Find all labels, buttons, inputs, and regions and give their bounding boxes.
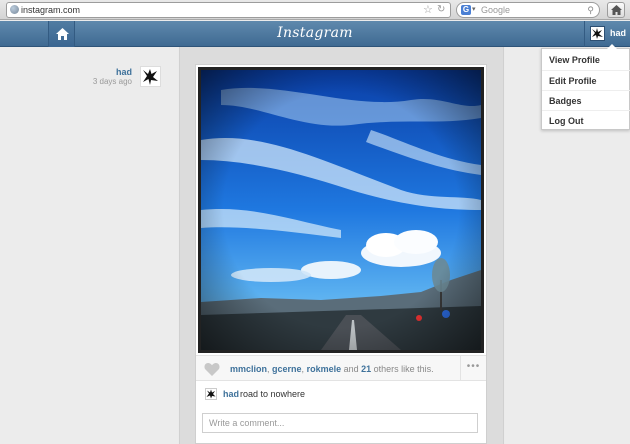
search-placeholder: Google — [481, 5, 511, 15]
search-bar[interactable]: G ▾ Google ⚲ — [456, 2, 600, 18]
caption-text: road to nowhere — [240, 389, 306, 399]
avatar[interactable] — [205, 388, 217, 400]
menu-item-badges[interactable]: Badges — [542, 90, 630, 110]
like-user-link[interactable]: mmclion — [230, 364, 267, 374]
post-card: mmclion, gcerne, rokmele and 21 others l… — [195, 64, 487, 444]
user-dropdown-menu: View Profile Edit Profile Badges Log Out — [541, 44, 630, 130]
reload-icon[interactable]: ↻ — [437, 3, 445, 17]
more-icon: ••• — [466, 361, 481, 372]
url-text: instagram.com — [21, 5, 81, 15]
post-timestamp[interactable]: 3 days ago — [93, 77, 132, 86]
like-user-link[interactable]: rokmele — [307, 364, 342, 374]
poster-username[interactable]: had — [116, 67, 132, 77]
menu-item-edit-profile[interactable]: Edit Profile — [542, 70, 630, 90]
search-icon[interactable]: ⚲ — [587, 3, 594, 17]
home-icon — [610, 5, 622, 15]
caption-username[interactable]: had — [223, 389, 239, 399]
post-photo[interactable] — [198, 67, 484, 353]
star-icon[interactable]: ☆ — [423, 3, 433, 17]
likes-row: mmclion, gcerne, rokmele and 21 others l… — [196, 355, 486, 381]
more-options-button[interactable]: ••• — [460, 356, 486, 380]
avatar — [590, 26, 605, 41]
heart-icon[interactable] — [204, 362, 220, 376]
avatar[interactable] — [140, 66, 161, 87]
globe-icon — [10, 5, 19, 14]
url-bar[interactable]: instagram.com ☆ ↻ — [6, 2, 451, 18]
likes-others-count[interactable]: 21 — [361, 364, 371, 374]
chevron-down-icon[interactable]: ▾ — [472, 3, 476, 17]
comment-input[interactable] — [202, 413, 478, 433]
browser-home-button[interactable] — [607, 2, 625, 18]
google-icon[interactable]: G — [461, 5, 471, 15]
like-user-link[interactable]: gcerne — [272, 364, 302, 374]
menu-item-view-profile[interactable]: View Profile — [542, 50, 630, 70]
browser-toolbar: instagram.com ☆ ↻ G ▾ Google ⚲ — [0, 0, 630, 20]
post-meta: had 3 days ago — [0, 47, 178, 444]
caption-row: had road to nowhere — [196, 382, 486, 408]
instagram-logo[interactable]: Instagram — [0, 25, 630, 41]
likes-summary: mmclion, gcerne, rokmele and 21 others l… — [230, 364, 434, 374]
header-username: had — [610, 28, 627, 38]
instagram-header: Instagram had — [0, 21, 630, 47]
menu-item-log-out[interactable]: Log Out — [542, 110, 630, 130]
